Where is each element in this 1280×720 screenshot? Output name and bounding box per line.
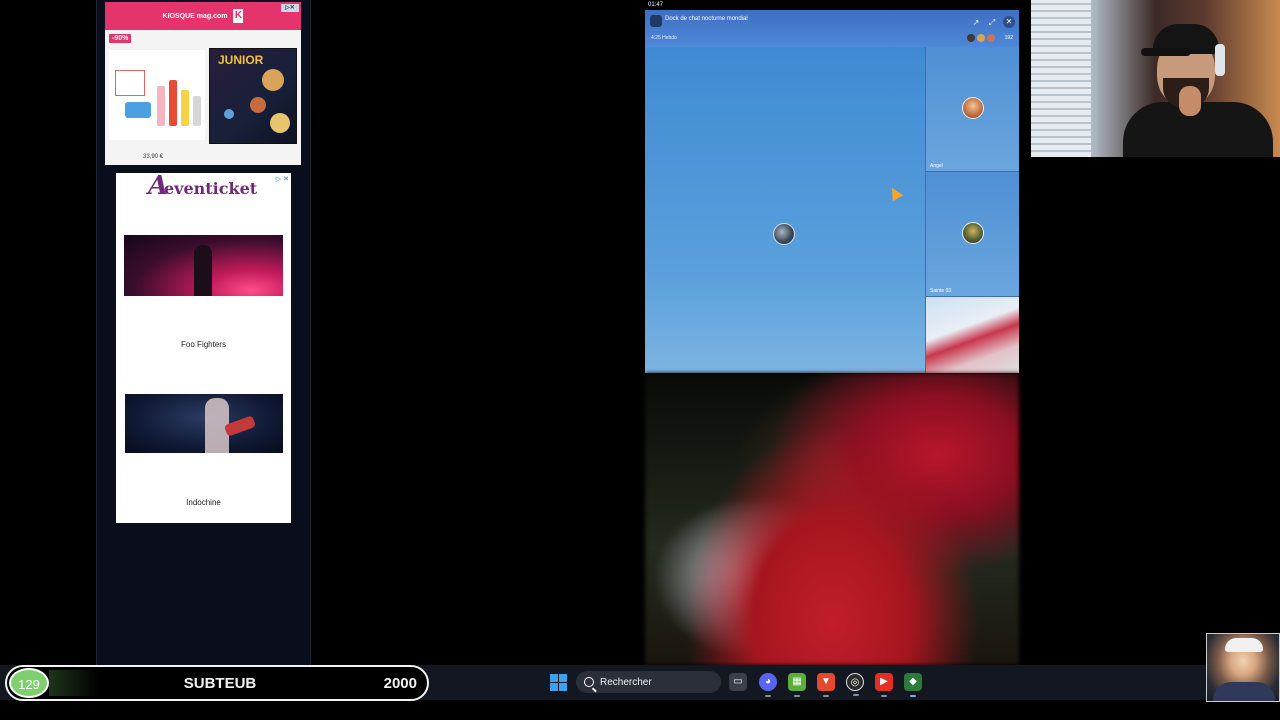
window-blind [1031, 0, 1091, 157]
event-image-indochine[interactable] [125, 394, 283, 453]
webcam-overlay [1031, 0, 1280, 157]
expand-icon[interactable]: ⤢ [987, 18, 997, 28]
discount-badge: -90% [109, 34, 132, 43]
eventicket-ad[interactable]: ▷ ✕ Aeventicket Foo Fighters Indochine [116, 171, 291, 523]
participant-avatar [962, 97, 984, 119]
streamer-image [1119, 24, 1279, 157]
participant-name: Sainte 03 [930, 288, 952, 294]
participant-name: Angel [930, 163, 943, 169]
room-title[interactable]: Dock de chat nocturne mondial [665, 16, 748, 22]
ad-choices-icon[interactable]: ▷ ✕ [276, 175, 289, 183]
close-icon[interactable]: ✕ [1003, 16, 1015, 28]
share-icon[interactable]: ↗ [971, 18, 981, 28]
participant-tile[interactable]: Sainte 03 [925, 172, 1019, 297]
sub-count: 129 [9, 668, 49, 698]
participant-count: 192 [1004, 35, 1013, 41]
event-image-foo-fighters[interactable] [124, 235, 283, 296]
sub-goal-progress [49, 670, 99, 696]
pip-webcam [1206, 633, 1280, 702]
taskbar-search[interactable]: Rechercher [576, 671, 721, 693]
sub-goal-widget: 129 SUBTEUB 2000 [5, 665, 429, 701]
youtube-icon[interactable]: ▶ [875, 673, 893, 697]
chat-app-window: 01:47 Dock de chat nocturne mondial 4:25… [645, 0, 1019, 665]
eventicket-logo: Aeventicket [148, 171, 258, 201]
kiosque-ad[interactable]: KIOSQUE mag.com K ▷✕ -90% JUNIOR 33,90 € [105, 2, 301, 165]
participant-avatar[interactable] [977, 34, 985, 42]
participant-tile[interactable]: Angel [925, 47, 1019, 172]
participant-avatar[interactable] [987, 34, 995, 42]
main-speaker-area[interactable] [645, 47, 925, 373]
sub-goal-target: 2000 [383, 675, 417, 692]
search-placeholder: Rechercher [600, 676, 652, 688]
brave-icon[interactable]: ▼ [817, 673, 835, 697]
magazine-title: JUNIOR [218, 53, 264, 67]
search-icon [584, 677, 594, 687]
participant-avatar[interactable] [967, 34, 975, 42]
event-caption[interactable]: Indochine [116, 498, 291, 507]
sub-goal-label: SUBTEUB [183, 675, 257, 692]
magazine-cover-image: JUNIOR [209, 48, 297, 144]
ad-banner: KIOSQUE mag.com K ▷✕ [105, 2, 301, 30]
ad-brand: KIOSQUE mag.com [162, 12, 228, 20]
products-image [109, 50, 205, 140]
price-label: 33,90 € [143, 154, 164, 160]
speaker-avatar[interactable] [773, 223, 795, 245]
video-feed[interactable] [645, 373, 1019, 665]
discord-icon[interactable]: ◕ [759, 673, 777, 697]
participant-avatar [962, 222, 984, 244]
room-subtitle: 4:25 Hebdo [651, 35, 677, 41]
windows-start-icon[interactable] [550, 674, 567, 691]
app-icon[interactable]: ◆ [904, 673, 922, 697]
participant-tile[interactable] [925, 297, 1019, 373]
obs-icon[interactable]: ◎ [846, 673, 864, 696]
status-time: 01:47 [648, 2, 664, 8]
chat-header: Dock de chat nocturne mondial 4:25 Hebdo… [645, 10, 1019, 47]
minecraft-icon[interactable]: ▦ [788, 673, 806, 697]
task-view-icon[interactable]: ▭ [729, 673, 747, 691]
ad-choices-icon[interactable]: ▷✕ [281, 4, 299, 12]
mouse-cursor-icon [886, 184, 904, 202]
room-avatar[interactable] [650, 15, 662, 27]
k-logo-icon: K [233, 9, 244, 23]
event-caption[interactable]: Foo Fighters [116, 340, 291, 349]
